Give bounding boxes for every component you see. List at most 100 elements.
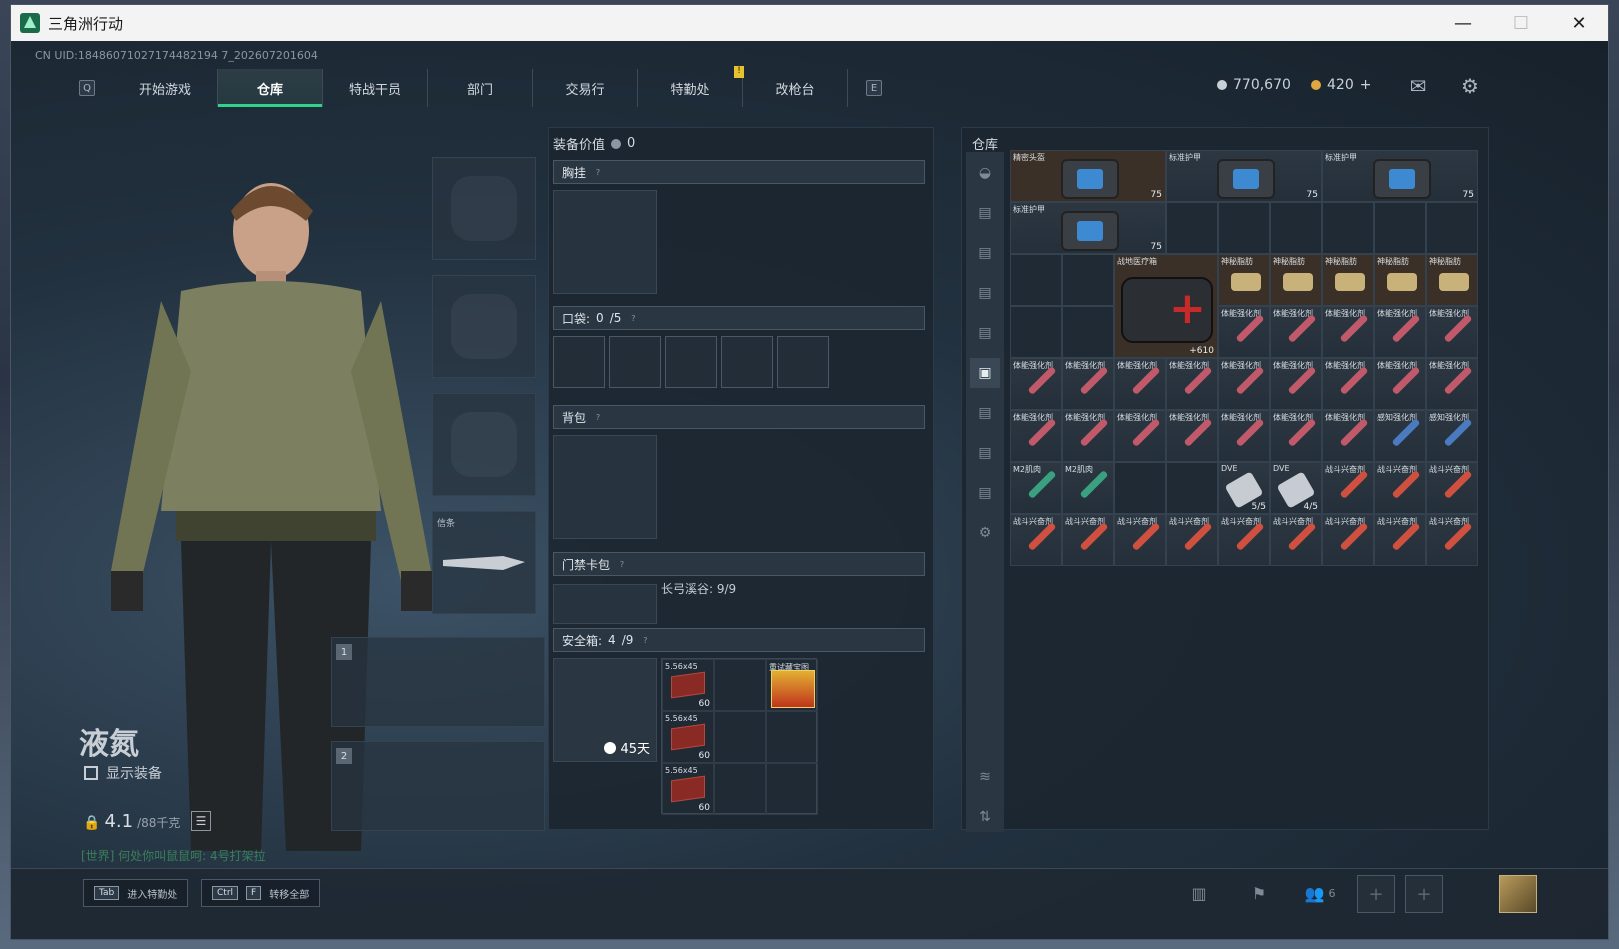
stash-page-8-icon[interactable]: ▤: [970, 478, 1000, 508]
tab-stash[interactable]: 仓库: [218, 69, 323, 107]
stash-item-stamina[interactable]: 体能强化剂: [1322, 306, 1374, 358]
ammo-item[interactable]: 5.56x45 60: [662, 659, 714, 711]
stash-empty-cell[interactable]: [1114, 462, 1166, 514]
show-equipment-checkbox[interactable]: [84, 766, 98, 780]
stash-item-combat[interactable]: 战斗兴奋剂: [1322, 514, 1374, 566]
stash-item-mystery[interactable]: 神秘脂肪: [1426, 254, 1478, 306]
stash-empty-cell[interactable]: [1010, 306, 1062, 358]
stash-empty-cell[interactable]: [1166, 462, 1218, 514]
stash-item-combat[interactable]: 战斗兴奋剂: [1270, 514, 1322, 566]
primary-weapon-slot[interactable]: 1: [331, 637, 545, 727]
safebox-empty-cell[interactable]: [714, 711, 766, 763]
stash-item-armor[interactable]: 标准护甲 75: [1010, 202, 1166, 254]
stash-page-5-icon[interactable]: ▣: [970, 358, 1000, 388]
stash-item-stamina[interactable]: 体能强化剂: [1062, 410, 1114, 462]
stash-item-stamina[interactable]: 体能强化剂: [1270, 358, 1322, 410]
stash-item-stamina[interactable]: 体能强化剂: [1218, 410, 1270, 462]
backpack-slot[interactable]: [553, 435, 657, 539]
stash-item-dve[interactable]: DVE 5/5: [1218, 462, 1270, 514]
nav-left-key[interactable]: Q: [79, 80, 95, 96]
stash-empty-cell[interactable]: [1166, 202, 1218, 254]
pocket-slot[interactable]: [721, 336, 773, 388]
stash-item-combat[interactable]: 战斗兴奋剂: [1426, 462, 1478, 514]
stash-empty-cell[interactable]: [1426, 202, 1478, 254]
party-slot[interactable]: +: [1357, 875, 1395, 913]
safebox-empty-cell[interactable]: [766, 763, 818, 815]
tab-trading[interactable]: 交易行: [533, 69, 638, 107]
tab-operators[interactable]: 特战干员: [323, 69, 428, 107]
stash-page-2-icon[interactable]: ▤: [970, 238, 1000, 268]
stash-item-stamina[interactable]: 体能强化剂: [1166, 358, 1218, 410]
stash-page-6-icon[interactable]: ▤: [970, 398, 1000, 428]
stash-item-combat[interactable]: 战斗兴奋剂: [1062, 514, 1114, 566]
transfer-all-hint[interactable]: Ctrl F 转移全部: [201, 879, 321, 907]
tab-start-game[interactable]: 开始游戏: [113, 69, 218, 107]
stash-item-stamina[interactable]: 体能强化剂: [1426, 358, 1478, 410]
stash-page-3-icon[interactable]: ▤: [970, 278, 1000, 308]
safebox-empty-cell[interactable]: [766, 711, 818, 763]
helmet-slot[interactable]: [432, 157, 536, 260]
keycard-case-slot[interactable]: [553, 584, 657, 624]
body-armor-slot[interactable]: [432, 275, 536, 378]
pocket-slot[interactable]: [665, 336, 717, 388]
pocket-slot[interactable]: [553, 336, 605, 388]
close-button[interactable]: ✕: [1550, 5, 1608, 41]
stash-item-stamina[interactable]: 体能强化剂: [1322, 410, 1374, 462]
list-icon[interactable]: ☰: [191, 811, 211, 831]
stash-empty-cell[interactable]: [1270, 202, 1322, 254]
safebox-item[interactable]: 45天: [553, 658, 657, 762]
help-icon[interactable]: ?: [616, 558, 628, 570]
add-currency-button[interactable]: +: [1360, 77, 1372, 93]
stash-item-combat[interactable]: 战斗兴奋剂: [1426, 514, 1478, 566]
layers-icon[interactable]: ≋: [970, 762, 1000, 792]
stash-item-m2[interactable]: M2肌肉: [1010, 462, 1062, 514]
minimize-button[interactable]: —: [1434, 5, 1492, 41]
show-equipment-toggle[interactable]: 显示装备: [84, 763, 162, 783]
stash-page-4-icon[interactable]: ▤: [970, 318, 1000, 348]
stash-item-stamina[interactable]: 体能强化剂: [1114, 358, 1166, 410]
stash-item-stamina[interactable]: 体能强化剂: [1166, 410, 1218, 462]
stash-item-armor[interactable]: 标准护甲 75: [1322, 150, 1478, 202]
stash-item-mystery[interactable]: 神秘脂肪: [1374, 254, 1426, 306]
help-icon[interactable]: ?: [639, 634, 651, 646]
avatar[interactable]: [1499, 875, 1537, 913]
stash-item-stamina[interactable]: 体能强化剂: [1062, 358, 1114, 410]
stash-item-dve[interactable]: DVE 4/5: [1270, 462, 1322, 514]
stash-item-stamina[interactable]: 体能强化剂: [1270, 306, 1322, 358]
stash-item-mystery[interactable]: 神秘脂肪: [1322, 254, 1374, 306]
sort-icon[interactable]: ⇅: [970, 802, 1000, 832]
stash-empty-cell[interactable]: [1010, 254, 1062, 306]
chest-rig-slot[interactable]: [553, 190, 657, 294]
stash-page-1-icon[interactable]: ▤: [970, 198, 1000, 228]
pocket-slot[interactable]: [777, 336, 829, 388]
safebox-empty-cell[interactable]: [714, 659, 766, 711]
pistol-slot[interactable]: [432, 393, 536, 496]
melee-slot[interactable]: 信条: [432, 511, 536, 614]
stash-item-stamina[interactable]: 体能强化剂: [1114, 410, 1166, 462]
stash-item-combat[interactable]: 战斗兴奋剂: [1374, 462, 1426, 514]
stash-item-combat[interactable]: 战斗兴奋剂: [1010, 514, 1062, 566]
help-icon[interactable]: ?: [592, 166, 604, 178]
pocket-slot[interactable]: [609, 336, 661, 388]
gear-icon[interactable]: ⚙: [1457, 73, 1483, 99]
tab-departments[interactable]: 部门: [428, 69, 533, 107]
ammo-item[interactable]: 5.56x45 60: [662, 711, 714, 763]
mail-icon[interactable]: ✉: [1405, 73, 1431, 99]
stash-item-combat[interactable]: 战斗兴奋剂: [1374, 514, 1426, 566]
help-icon[interactable]: ?: [592, 411, 604, 423]
maximize-button[interactable]: ☐: [1492, 5, 1550, 41]
stash-item-stamina[interactable]: 体能强化剂: [1270, 410, 1322, 462]
stash-item-combat[interactable]: 战斗兴奋剂: [1114, 514, 1166, 566]
stash-item-stamina[interactable]: 体能强化剂: [1010, 358, 1062, 410]
enter-special-ops-hint[interactable]: Tab 进入特勤处: [83, 879, 189, 907]
secondary-weapon-slot[interactable]: 2: [331, 741, 545, 831]
stash-item-stamina[interactable]: 体能强化剂: [1322, 358, 1374, 410]
stats-icon[interactable]: ▥: [1185, 879, 1213, 907]
stash-page-7-icon[interactable]: ▤: [970, 438, 1000, 468]
stash-item-stamina[interactable]: 体能强化剂: [1010, 410, 1062, 462]
flag-icon[interactable]: ⚑: [1245, 879, 1273, 907]
settings-filter-icon[interactable]: ⚙: [970, 518, 1000, 548]
stash-item-medkit[interactable]: 战地医疗箱 +610: [1114, 254, 1218, 358]
stash-empty-cell[interactable]: [1322, 202, 1374, 254]
ammo-item[interactable]: 5.56x45 60: [662, 763, 714, 815]
